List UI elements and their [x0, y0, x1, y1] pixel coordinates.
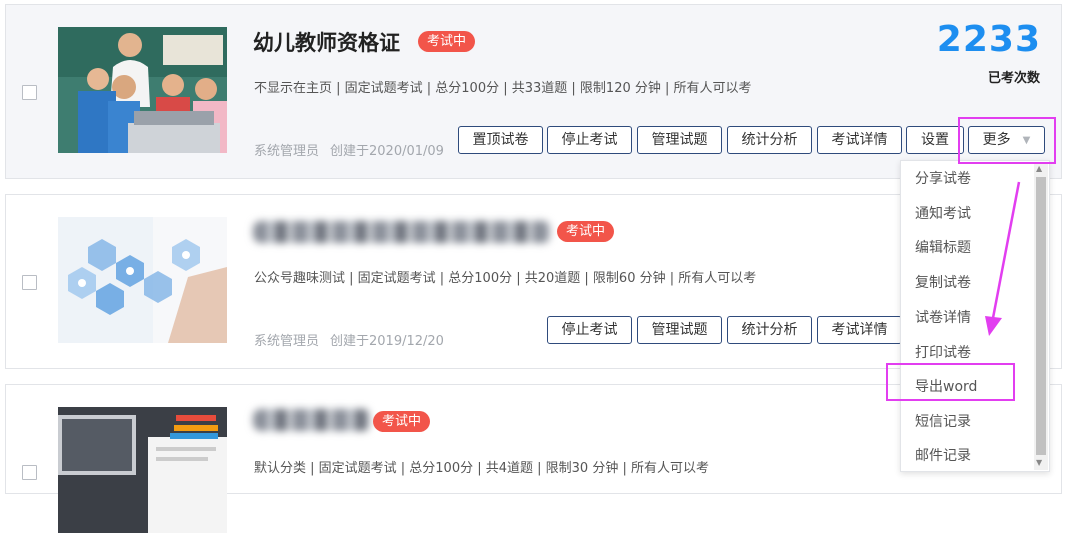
exam-creator-line: 系统管理员 创建于2019/12/20	[254, 330, 444, 349]
status-badge: 考试中	[418, 31, 476, 52]
exam-title-redacted	[253, 409, 371, 431]
stop-exam-button[interactable]: 停止考试	[547, 316, 632, 344]
exam-title[interactable]: 幼儿教师资格证	[253, 27, 400, 57]
more-button-highlight	[958, 117, 1056, 164]
exam-attempt-count: 2233	[936, 19, 1041, 60]
exam-select-checkbox[interactable]	[22, 275, 37, 290]
exam-select-checkbox[interactable]	[22, 465, 37, 480]
dropdown-scrollbar[interactable]: ▲ ▼	[1034, 162, 1048, 470]
exam-select-checkbox[interactable]	[22, 85, 37, 100]
exam-attempt-count-label: 已考次数	[987, 71, 1040, 86]
scrollbar-thumb[interactable]	[1036, 177, 1046, 455]
scroll-down-icon[interactable]: ▼	[1036, 458, 1042, 468]
creator-name: 系统管理员	[254, 334, 320, 349]
exam-thumbnail	[58, 27, 227, 153]
more-actions-dropdown: 分享试卷 通知考试 编辑标题 复制试卷 试卷详情 打印试卷 导出word 短信记…	[900, 160, 1050, 472]
status-badge: 考试中	[557, 221, 615, 242]
exam-details-button[interactable]: 考试详情	[817, 126, 902, 154]
exam-card-1: 幼儿教师资格证 考试中 不显示在主页 | 固定试题考试 | 总分100分 | 共…	[5, 4, 1062, 179]
stop-exam-button[interactable]: 停止考试	[547, 126, 632, 154]
created-date: 创建于2020/01/09	[330, 144, 444, 159]
exam-thumbnail	[58, 217, 227, 343]
creator-name: 系统管理员	[254, 144, 320, 159]
pin-exam-button[interactable]: 置顶试卷	[458, 126, 543, 154]
exam-meta: 不显示在主页 | 固定试题考试 | 总分100分 | 共33道题 | 限制120…	[254, 81, 752, 96]
menu-item-exam-details[interactable]: 试卷详情	[915, 307, 971, 327]
manage-questions-button[interactable]: 管理试题	[637, 316, 722, 344]
settings-button[interactable]: 设置	[906, 126, 964, 154]
menu-item-copy-exam[interactable]: 复制试卷	[915, 272, 971, 292]
exam-details-button[interactable]: 考试详情	[817, 316, 902, 344]
scroll-up-icon[interactable]: ▲	[1036, 164, 1042, 174]
status-badge: 考试中	[373, 411, 431, 432]
export-word-highlight	[886, 363, 1015, 401]
exam-title-redacted	[253, 221, 551, 243]
exam-thumbnail	[58, 407, 227, 533]
statistics-button[interactable]: 统计分析	[727, 126, 812, 154]
menu-item-edit-title[interactable]: 编辑标题	[915, 237, 971, 257]
exam-meta: 默认分类 | 固定试题考试 | 总分100分 | 共4道题 | 限制30 分钟 …	[254, 461, 709, 476]
manage-questions-button[interactable]: 管理试题	[637, 126, 722, 154]
exam-meta: 公众号趣味测试 | 固定试题考试 | 总分100分 | 共20道题 | 限制60…	[254, 271, 757, 286]
menu-item-print-exam[interactable]: 打印试卷	[915, 342, 971, 362]
menu-item-email-records[interactable]: 邮件记录	[915, 445, 971, 465]
menu-item-sms-records[interactable]: 短信记录	[915, 411, 971, 431]
menu-item-share-exam[interactable]: 分享试卷	[915, 168, 971, 188]
statistics-button[interactable]: 统计分析	[727, 316, 812, 344]
exam-creator-line: 系统管理员 创建于2020/01/09	[254, 140, 444, 159]
created-date: 创建于2019/12/20	[330, 334, 444, 349]
menu-item-notify-exam[interactable]: 通知考试	[915, 203, 971, 223]
